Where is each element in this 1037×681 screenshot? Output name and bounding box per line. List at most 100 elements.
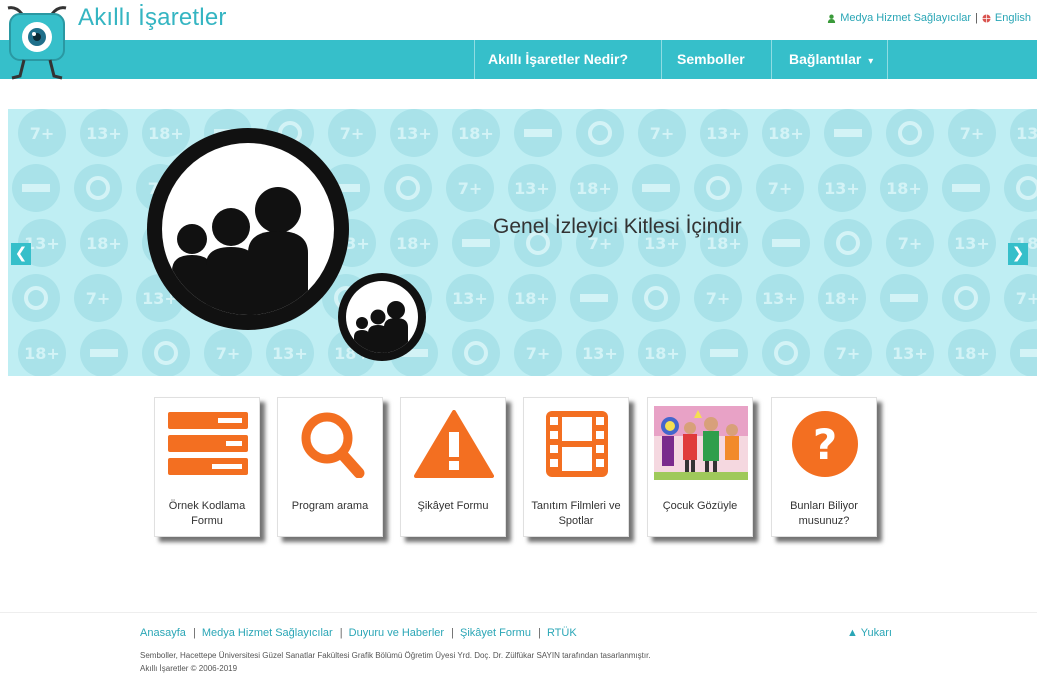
nav-item-links-label: Bağlantılar xyxy=(789,51,862,67)
rating-symbol-icon: 13+ xyxy=(700,109,748,157)
nav-divider xyxy=(661,40,662,79)
rating-symbol-icon: 7+ xyxy=(824,329,872,376)
footer-links: Anasayfa | Medya Hizmet Sağlayıcılar | D… xyxy=(140,627,577,639)
rating-symbol-icon: 7+ xyxy=(514,329,562,376)
chevron-down-icon: ▾ xyxy=(868,56,874,67)
svg-text:13+: 13+ xyxy=(86,124,122,143)
rating-symbol-icon: 18+ xyxy=(508,274,556,322)
nav-item-about[interactable]: Akıllı İşaretler Nedir? xyxy=(488,51,628,67)
svg-text:?: ? xyxy=(813,420,837,469)
rating-symbol-icon: 13+ xyxy=(576,329,624,376)
tile-label: Örnek Kodlama Formu xyxy=(168,500,246,527)
footer-separator: | xyxy=(538,627,541,639)
svg-text:7+: 7+ xyxy=(898,234,923,253)
rating-symbol-icon: 18+ xyxy=(452,109,500,157)
rating-symbol-icon: 13+ xyxy=(80,109,128,157)
nav-item-links-dropdown[interactable]: Bağlantılar ▾ xyxy=(789,51,873,67)
rating-symbol-icon: 7+ xyxy=(756,164,804,212)
rating-symbol-icon xyxy=(570,274,618,322)
mascot-logo-icon[interactable] xyxy=(4,0,70,82)
carousel-next-button[interactable]: ❯ xyxy=(1008,243,1028,265)
footer-link-complaint[interactable]: Şikâyet Formu xyxy=(460,627,531,639)
rating-symbol-icon: 13+ xyxy=(508,164,556,212)
rating-symbol-icon xyxy=(942,274,990,322)
tile-label: Program arama xyxy=(291,500,369,512)
back-to-top-link[interactable]: ▲ Yukarı xyxy=(847,627,892,639)
form-list-icon xyxy=(168,412,248,475)
film-icon xyxy=(546,411,608,477)
english-link[interactable]: English xyxy=(995,12,1031,24)
svg-text:7+: 7+ xyxy=(458,179,483,198)
svg-text:7+: 7+ xyxy=(30,124,55,143)
rating-symbol-icon xyxy=(1010,329,1037,376)
footer-separator: | xyxy=(192,627,196,639)
rating-symbol-icon: 7+ xyxy=(1004,274,1037,322)
footer-link-providers[interactable]: Medya Hizmet Sağlayıcılar xyxy=(202,627,333,639)
rating-symbol-icon: 13+ xyxy=(446,274,494,322)
svg-text:7+: 7+ xyxy=(836,344,861,363)
tile-sample-coding-form[interactable]: Örnek Kodlama Formu xyxy=(154,397,260,537)
globe-icon xyxy=(982,13,991,23)
svg-text:18+: 18+ xyxy=(644,344,680,363)
hero-carousel[interactable]: 7+ 13+ 18+ 7+ 13+ 18+ 7+ 13+ 18+ 7+ 13+ 7+ 13+ 18+ 7+ 1… xyxy=(8,109,1037,376)
tile-did-you-know[interactable]: ? Bunları Biliyor musunuz? xyxy=(771,397,877,537)
svg-text:18+: 18+ xyxy=(576,179,612,198)
rating-symbol-icon: 18+ xyxy=(818,274,866,322)
nav-divider xyxy=(474,40,475,79)
rating-symbol-icon xyxy=(1004,164,1037,212)
rating-symbol-icon xyxy=(514,109,562,157)
main-navbar: Akıllı İşaretler Nedir? Semboller Bağlan… xyxy=(0,40,1037,79)
tile-label: Tanıtım Filmleri ve Spotlar xyxy=(531,500,621,527)
rating-symbol-icon xyxy=(762,329,810,376)
rating-symbol-icon: 13+ xyxy=(818,164,866,212)
footer-divider xyxy=(0,612,1037,613)
rating-symbol-icon xyxy=(824,109,872,157)
tile-child-eye[interactable]: Çocuk Gözüyle xyxy=(647,397,753,537)
rating-symbol-icon xyxy=(942,164,990,212)
rating-symbol-icon xyxy=(762,219,810,267)
svg-text:18+: 18+ xyxy=(86,234,122,253)
footer-separator: | xyxy=(451,627,454,639)
tile-complaint-form[interactable]: Şikâyet Formu xyxy=(400,397,506,537)
svg-text:13+: 13+ xyxy=(1016,124,1037,143)
nav-item-symbols[interactable]: Semboller xyxy=(677,51,745,67)
rating-symbol-icon: 13+ xyxy=(1010,109,1037,157)
tile-label: Şikâyet Formu xyxy=(417,500,489,512)
footer-link-news[interactable]: Duyuru ve Haberler xyxy=(349,627,444,639)
carousel-caption: Genel İzleyici Kitlesi İçindir xyxy=(493,215,742,238)
top-links-separator: | xyxy=(975,12,978,24)
user-icon xyxy=(828,14,836,23)
site-title[interactable]: Akıllı İşaretler xyxy=(78,4,227,32)
rating-symbol-icon: 7+ xyxy=(74,274,122,322)
svg-text:13+: 13+ xyxy=(954,234,990,253)
rating-symbol-icon: 13+ xyxy=(948,219,996,267)
carousel-prev-button[interactable]: ❮ xyxy=(11,243,31,265)
rating-symbol-icon: 18+ xyxy=(18,329,66,376)
warning-icon xyxy=(414,410,494,478)
providers-link[interactable]: Medya Hizmet Sağlayıcılar xyxy=(840,12,971,24)
tile-promo-films[interactable]: Tanıtım Filmleri ve Spotlar xyxy=(523,397,629,537)
svg-text:7+: 7+ xyxy=(526,344,551,363)
rating-symbol-icon: 7+ xyxy=(948,109,996,157)
rating-symbol-icon: 13+ xyxy=(886,329,934,376)
svg-text:18+: 18+ xyxy=(824,289,860,308)
svg-text:7+: 7+ xyxy=(706,289,731,308)
footer-link-home[interactable]: Anasayfa xyxy=(140,627,186,639)
footer-link-rtuk[interactable]: RTÜK xyxy=(547,627,577,639)
top-links: Medya Hizmet Sağlayıcılar | English xyxy=(827,12,1031,24)
rating-symbol-icon xyxy=(632,274,680,322)
svg-text:13+: 13+ xyxy=(452,289,488,308)
rating-symbol-icon xyxy=(80,329,128,376)
rating-symbol-icon: 18+ xyxy=(762,109,810,157)
tile-program-search[interactable]: Program arama xyxy=(277,397,383,537)
svg-text:18+: 18+ xyxy=(954,344,990,363)
rating-symbol-icon xyxy=(886,109,934,157)
svg-text:13+: 13+ xyxy=(582,344,618,363)
svg-text:18+: 18+ xyxy=(768,124,804,143)
rating-symbol-icon xyxy=(824,219,872,267)
rating-symbol-icon: 13+ xyxy=(756,274,804,322)
svg-text:18+: 18+ xyxy=(24,344,60,363)
rating-symbol-icon: 7+ xyxy=(638,109,686,157)
rating-symbol-icon: 18+ xyxy=(948,329,996,376)
svg-text:13+: 13+ xyxy=(892,344,928,363)
